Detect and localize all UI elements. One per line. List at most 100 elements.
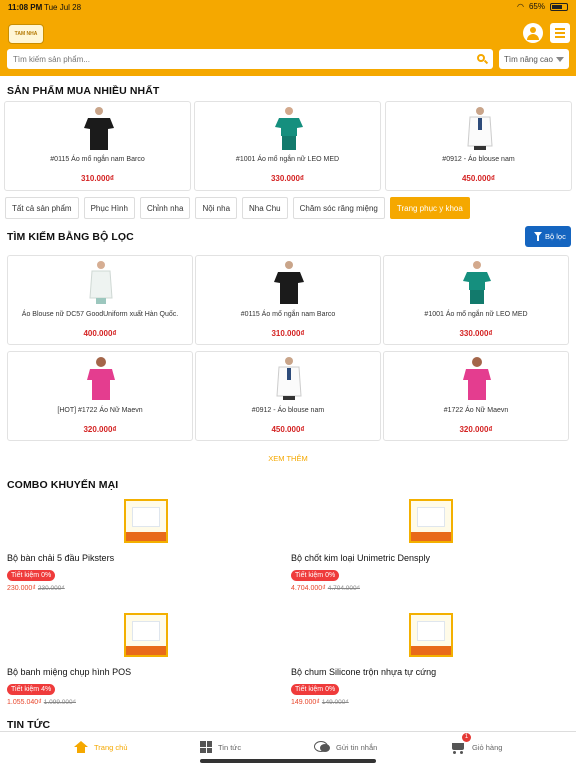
news-title: TIN TỨC bbox=[7, 719, 51, 731]
combo-name[interactable]: Bộ chum Silicone trộn nhựa tự cứng bbox=[291, 667, 436, 677]
scrub-pink-image bbox=[463, 357, 491, 400]
product-card[interactable]: [HOT] #1722 Áo Nữ Maevn 320.000₫ bbox=[7, 351, 193, 441]
chevron-down-icon bbox=[556, 57, 564, 62]
product-name: #1722 Áo Nữ Maevn bbox=[443, 407, 509, 414]
cart-icon bbox=[450, 741, 466, 754]
scrub-black-image bbox=[84, 107, 114, 150]
product-name: #0912 - Áo blouse nam bbox=[251, 407, 325, 414]
combo-price: 4.704.000₫ 4.704.000₫ bbox=[291, 585, 360, 592]
product-price: 310.000₫ bbox=[271, 329, 305, 338]
scrub-pink-image bbox=[87, 357, 115, 400]
search-bar bbox=[7, 49, 493, 70]
combo-price: 149.000₫ 149.000₫ bbox=[291, 699, 349, 706]
combo-current-price: 4.704.000₫ bbox=[291, 585, 326, 592]
product-name: #0115 Áo mổ ngắn nam Barco bbox=[50, 156, 145, 163]
see-more-link[interactable]: XEM THÊM bbox=[0, 454, 576, 463]
combo-old-price: 230.000₫ bbox=[37, 585, 65, 592]
nav-home[interactable]: Trang chủ bbox=[74, 741, 128, 753]
saving-badge: Tiết kiệm 0% bbox=[291, 570, 340, 581]
combo-name[interactable]: Bộ chốt kim loại Unimetric Densply bbox=[291, 553, 430, 563]
tab-endodontics[interactable]: Nội nha bbox=[195, 197, 238, 219]
account-icon[interactable] bbox=[523, 23, 543, 43]
product-name: #1001 Áo mổ ngắn nữ LEO MED bbox=[235, 156, 340, 163]
combo-current-price: 230.000₫ bbox=[7, 585, 36, 592]
product-name: #1001 Áo mổ ngắn nữ LEO MED bbox=[424, 311, 528, 318]
status-date: Tue Jul 28 bbox=[44, 3, 82, 12]
product-card[interactable]: #0912 - Áo blouse nam 450.000₫ bbox=[385, 101, 572, 191]
product-card[interactable]: #0115 Áo mổ ngắn nam Barco 310.000₫ bbox=[4, 101, 191, 191]
tab-orthodontics[interactable]: Chỉnh nha bbox=[139, 197, 191, 219]
tab-oral-care[interactable]: Chăm sóc răng miệng bbox=[292, 197, 385, 219]
saving-badge: Tiết kiệm 0% bbox=[7, 570, 56, 581]
product-price: 330.000₫ bbox=[459, 329, 493, 338]
combo-old-price: 149.000₫ bbox=[321, 699, 349, 706]
tab-medical-apparel[interactable]: Trang phục y khoa bbox=[389, 197, 470, 219]
product-price: 450.000₫ bbox=[271, 425, 305, 434]
scrub-teal-image bbox=[463, 261, 491, 304]
combo-price: 1.055.040₫ 1.099.000₫ bbox=[7, 699, 76, 706]
product-card[interactable]: #1001 Áo mổ ngắn nữ LEO MED 330.000₫ bbox=[383, 255, 569, 345]
filter-section-title: TÌM KIẾM BẰNG BỘ LỌC bbox=[7, 231, 134, 243]
product-card[interactable]: #0115 Áo mổ ngắn nam Barco 310.000₫ bbox=[195, 255, 381, 345]
nav-message[interactable]: Gửi tin nhắn bbox=[314, 741, 377, 753]
filter-icon bbox=[534, 232, 542, 241]
product-price: 310.000₫ bbox=[80, 174, 115, 183]
nav-cart[interactable]: Giỏ hàng bbox=[450, 741, 502, 754]
product-price: 320.000₫ bbox=[83, 425, 117, 434]
tab-prosthodontics[interactable]: Phục Hình bbox=[83, 197, 135, 219]
product-price: 400.000₫ bbox=[83, 329, 117, 338]
combo-current-price: 149.000₫ bbox=[291, 699, 320, 706]
search-icon[interactable] bbox=[477, 54, 485, 62]
product-card[interactable]: Áo Blouse nữ DC57 GoodUniform xuất Hàn Q… bbox=[7, 255, 193, 345]
logo-text: TAM NHA bbox=[14, 31, 38, 37]
battery-percent: 65% bbox=[528, 2, 545, 11]
product-name: #0115 Áo mổ ngắn nam Barco bbox=[240, 311, 336, 318]
product-card[interactable]: #1722 Áo Nữ Maevn 320.000₫ bbox=[383, 351, 569, 441]
nav-cart-label: Giỏ hàng bbox=[472, 743, 503, 752]
combo-name[interactable]: Bộ bàn chải 5 đầu Piksters bbox=[7, 553, 114, 563]
product-card[interactable]: #0912 - Áo blouse nam 450.000₫ bbox=[195, 351, 381, 441]
product-price: 330.000₫ bbox=[270, 174, 305, 183]
combo-image[interactable] bbox=[409, 613, 453, 657]
tab-all[interactable]: Tất cả sản phẩm bbox=[5, 197, 79, 219]
scrub-teal-image bbox=[275, 107, 303, 150]
home-indicator bbox=[200, 759, 376, 763]
status-time: 11:08 PM bbox=[8, 3, 43, 12]
hamburger-menu-icon[interactable] bbox=[550, 23, 570, 43]
tab-periodontics[interactable]: Nha Chu bbox=[242, 197, 288, 219]
combo-name[interactable]: Bộ banh miệng chụp hình POS bbox=[7, 667, 131, 677]
nav-news[interactable]: Tin tức bbox=[200, 741, 241, 753]
combo-current-price: 1.055.040₫ bbox=[7, 699, 42, 706]
search-input[interactable] bbox=[7, 49, 467, 70]
app-header: TAM NHA Tìm nâng cao bbox=[0, 14, 576, 76]
blouse-female-image bbox=[89, 261, 113, 304]
combo-image[interactable] bbox=[409, 499, 453, 543]
combo-image[interactable] bbox=[124, 613, 168, 657]
white-coat-image bbox=[276, 357, 302, 400]
advanced-search-label: Tìm nâng cao bbox=[504, 55, 553, 64]
best-sellers-title: SẢN PHẨM MUA NHIỀU NHẤT bbox=[7, 85, 160, 97]
status-bar: 11:08 PM Tue Jul 28 ◠ 65% bbox=[0, 0, 576, 14]
battery-icon bbox=[550, 2, 568, 11]
product-card[interactable]: #1001 Áo mổ ngắn nữ LEO MED 330.000₫ bbox=[194, 101, 381, 191]
scrub-black-image bbox=[274, 261, 304, 304]
filter-button[interactable]: Bộ lọc bbox=[525, 226, 571, 247]
combo-image[interactable] bbox=[124, 499, 168, 543]
advanced-search-dropdown[interactable]: Tìm nâng cao bbox=[499, 49, 569, 69]
filter-button-label: Bộ lọc bbox=[545, 232, 566, 241]
product-name: Áo Blouse nữ DC57 GoodUniform xuất Hàn Q… bbox=[21, 311, 179, 318]
home-icon bbox=[74, 741, 88, 753]
nav-news-label: Tin tức bbox=[218, 742, 242, 752]
saving-badge: Tiết kiệm 4% bbox=[7, 684, 56, 695]
white-coat-image bbox=[467, 107, 493, 150]
product-name: [HOT] #1722 Áo Nữ Maevn bbox=[57, 407, 143, 414]
product-price: 450.000₫ bbox=[461, 174, 496, 183]
category-tabs: Tất cả sản phẩm Phục Hình Chỉnh nha Nội … bbox=[5, 197, 470, 219]
product-name: #0912 - Áo blouse nam bbox=[442, 156, 515, 163]
nav-home-label: Trang chủ bbox=[94, 742, 128, 752]
saving-badge: Tiết kiệm 0% bbox=[291, 684, 340, 695]
wifi-icon: ◠ bbox=[517, 2, 524, 11]
combo-old-price: 1.099.000₫ bbox=[43, 699, 76, 706]
brand-logo[interactable]: TAM NHA bbox=[8, 24, 44, 44]
chat-icon bbox=[314, 741, 330, 753]
